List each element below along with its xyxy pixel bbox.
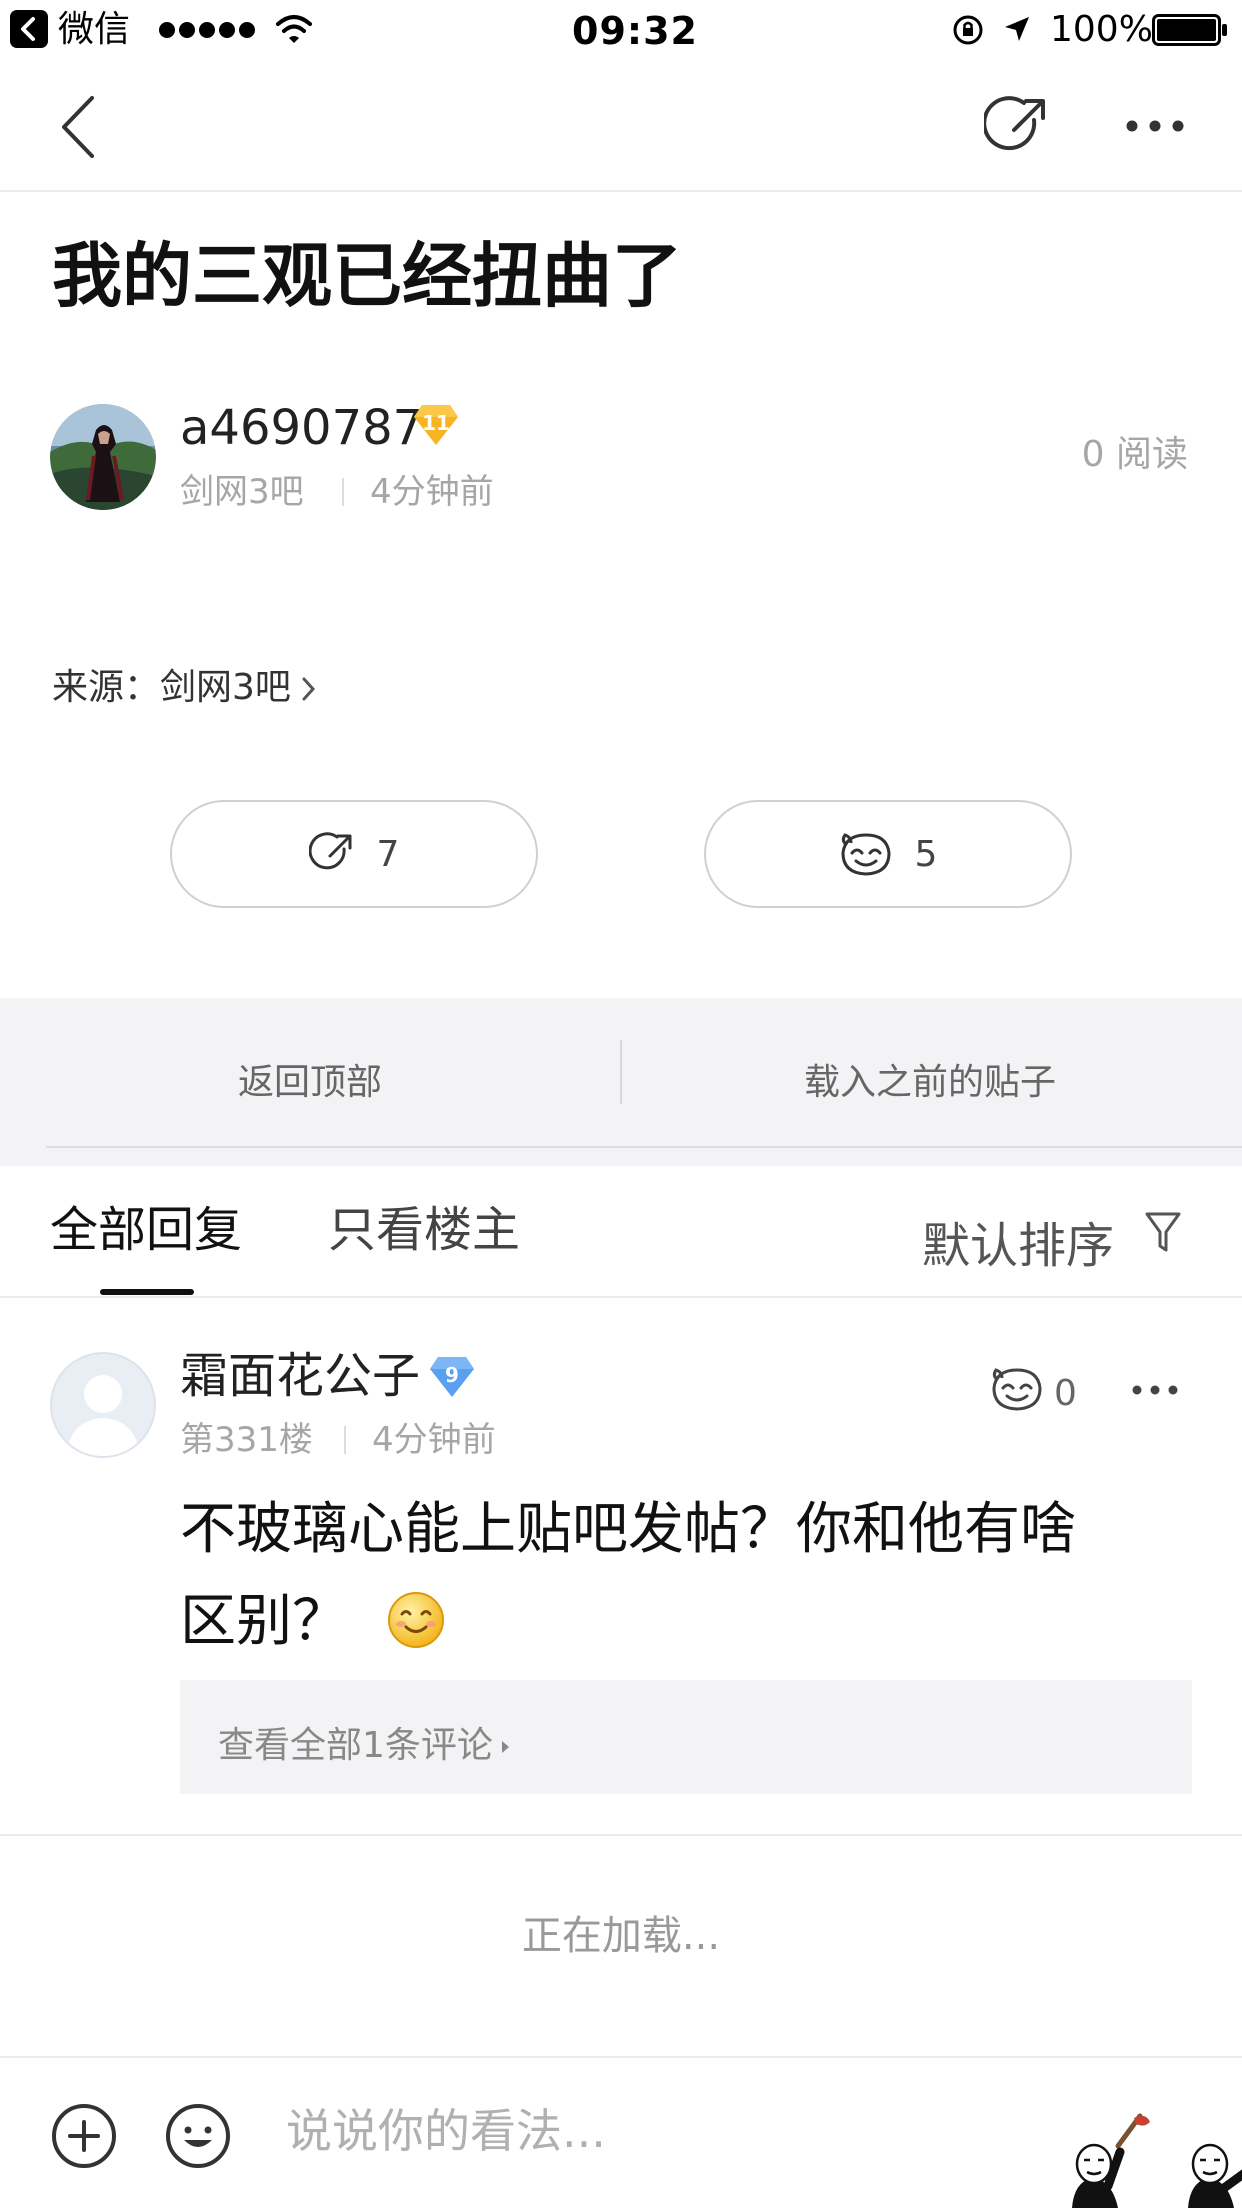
view-all-comments-label: 查看全部1条评论 (218, 1725, 493, 1766)
reply-author-name[interactable]: 霜面花公子 (180, 1352, 420, 1400)
meme-sticker-icon[interactable] (1184, 2112, 1242, 2208)
source-forum: 剑网3吧 (160, 667, 291, 708)
reply-meta-separator (344, 1426, 346, 1454)
like-face-icon (839, 831, 893, 877)
thread-nav-separator (620, 1040, 622, 1104)
share-count: 7 (376, 833, 400, 875)
battery-percent: 100% (1050, 9, 1153, 50)
reply-body-line-2-wrap: 区别？ (180, 1576, 1170, 1668)
nav-divider (0, 190, 1242, 192)
reply-body: 不玻璃心能上贴吧发帖？你和他有啥 区别？ (180, 1484, 1170, 1668)
post-forum[interactable]: 剑网3吧 (180, 475, 304, 509)
author-level-badge: 11 (412, 402, 460, 448)
comment-input[interactable] (286, 2104, 986, 2158)
smiley-emoji-icon (386, 1590, 446, 1650)
source-link[interactable]: 来源：剑网3吧 (52, 670, 317, 706)
share-icon (308, 831, 355, 877)
author-level-number: 11 (422, 411, 450, 435)
like-count: 5 (914, 833, 938, 875)
bottom-bar-divider (0, 2056, 1242, 2058)
back-to-top-button[interactable]: 返回顶部 (238, 1053, 382, 1105)
author-avatar[interactable] (50, 404, 156, 510)
thread-nav-bottom-line (46, 1146, 1242, 1148)
reply-divider (0, 1834, 1242, 1836)
tab-all-replies[interactable]: 全部回复 (50, 1206, 242, 1254)
filter-icon[interactable] (1144, 1210, 1182, 1254)
loading-text: 正在加载... (521, 1913, 721, 1959)
reply-floor: 第331楼 (180, 1420, 313, 1460)
reply-level-number: 9 (445, 1363, 459, 1387)
tab-only-op[interactable]: 只看楼主 (328, 1206, 520, 1254)
reply-time: 4分钟前 (372, 1420, 496, 1460)
load-previous-button[interactable]: 载入之前的贴子 (804, 1053, 1056, 1105)
clock-time: 09:32 (572, 9, 698, 53)
author-name[interactable]: a4690787 (180, 404, 423, 452)
read-count: 0 阅读 (1081, 434, 1188, 475)
reply-like-count: 0 (1054, 1373, 1077, 1414)
reply-body-line-2: 区别？ (180, 1589, 348, 1654)
active-tab-indicator (100, 1289, 194, 1295)
status-bar: 微信 09:32 100% (0, 0, 1242, 60)
source-label: 来源： (52, 667, 161, 708)
back-app-label[interactable]: 微信 (58, 12, 130, 48)
tabs-divider (0, 1296, 1242, 1298)
reply-level-badge: 9 (428, 1354, 476, 1400)
wifi-icon (274, 12, 314, 44)
reply-body-line-1: 不玻璃心能上贴吧发帖？你和他有啥 (180, 1497, 1076, 1562)
caret-right-icon (501, 1739, 511, 1755)
sort-button[interactable]: 默认排序 (922, 1206, 1114, 1276)
back-to-app-icon[interactable] (10, 10, 48, 48)
reply-like-icon[interactable] (990, 1366, 1044, 1412)
more-options-icon[interactable] (1124, 114, 1188, 138)
share-icon[interactable] (984, 94, 1050, 160)
reply-avatar[interactable] (50, 1352, 156, 1458)
chevron-right-icon (301, 676, 317, 702)
reply-comments-box[interactable]: 查看全部1条评论 (180, 1680, 1192, 1794)
reply-more-icon[interactable] (1132, 1380, 1178, 1400)
back-chevron-icon[interactable] (52, 92, 102, 162)
emoji-picker-icon[interactable] (164, 2102, 232, 2170)
share-pill-button[interactable]: 7 (170, 800, 538, 908)
like-pill-button[interactable]: 5 (704, 800, 1072, 908)
orientation-lock-icon (952, 14, 984, 46)
battery-icon (1152, 14, 1228, 46)
post-title: 我的三观已经扭曲了 (52, 235, 682, 317)
view-all-comments-link[interactable]: 查看全部1条评论 (218, 1716, 511, 1768)
meme-sticker-icon[interactable] (1062, 2112, 1152, 2208)
add-attachment-icon[interactable] (50, 2102, 118, 2170)
post-time: 4分钟前 (370, 472, 494, 512)
location-arrow-icon (1002, 14, 1032, 44)
signal-dots-icon (158, 20, 258, 40)
meta-separator (342, 478, 344, 506)
